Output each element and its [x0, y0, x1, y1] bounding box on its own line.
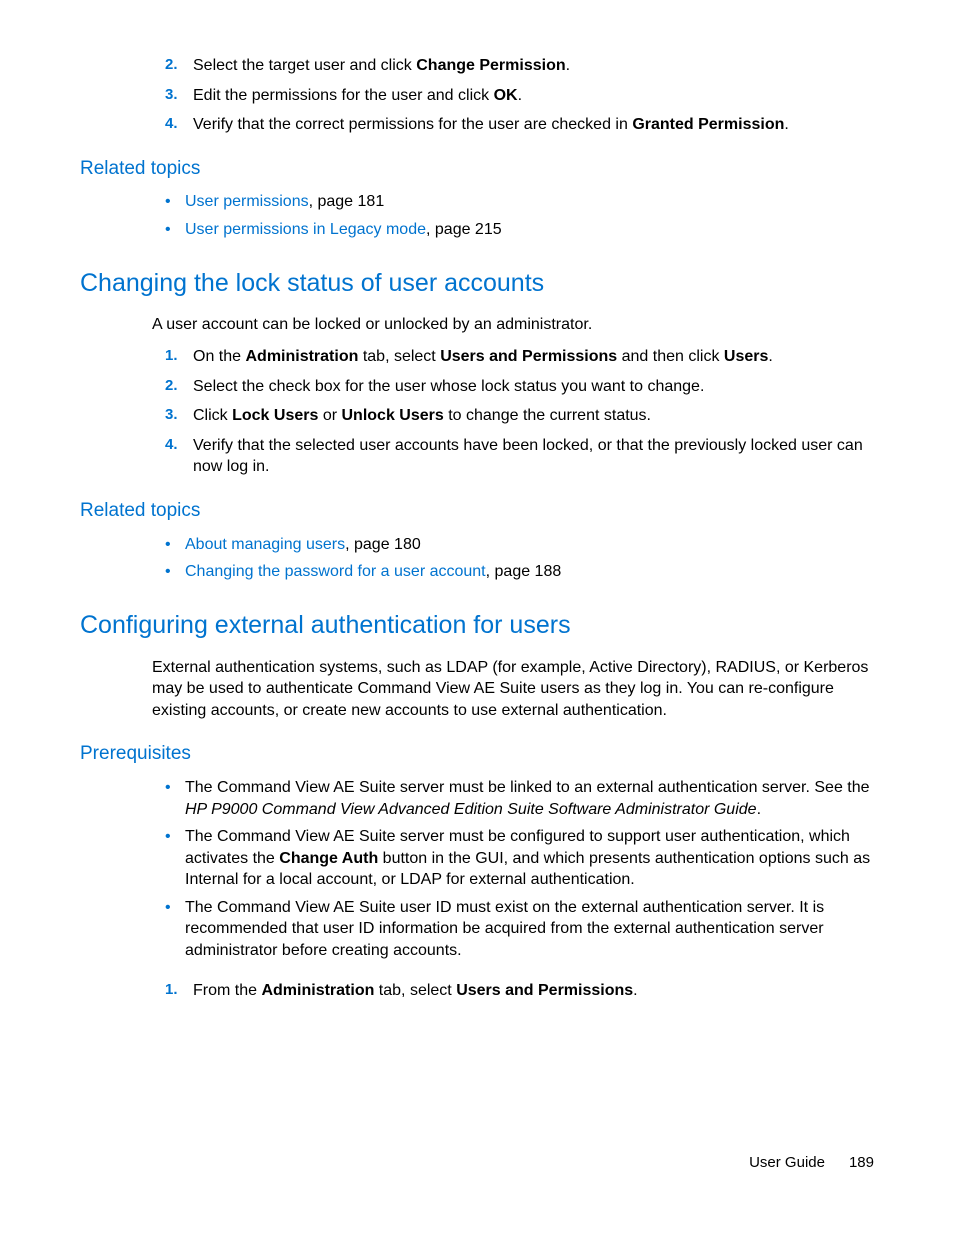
page-ref: , page 180	[345, 536, 421, 553]
step-text: Edit the permissions for the user and cl…	[193, 87, 522, 104]
step-number: 3.	[165, 405, 178, 425]
page-footer: User Guide 189	[749, 1153, 874, 1173]
related-topics-list: About managing users, page 180 Changing …	[80, 534, 874, 583]
list-item: User permissions in Legacy mode, page 21…	[165, 219, 874, 241]
page-ref: , page 181	[309, 193, 385, 210]
related-topics-list: User permissions, page 181 User permissi…	[80, 191, 874, 240]
list-item: 2. Select the target user and click Chan…	[165, 55, 874, 77]
list-item: The Command View AE Suite server must be…	[165, 826, 874, 891]
list-item: 3. Edit the permissions for the user and…	[165, 85, 874, 107]
related-link[interactable]: User permissions in Legacy mode	[185, 221, 426, 238]
extauth-intro: External authentication systems, such as…	[80, 657, 874, 722]
page-ref: , page 188	[486, 563, 562, 580]
list-item: About managing users, page 180	[165, 534, 874, 556]
document-page: 2. Select the target user and click Chan…	[0, 0, 954, 1235]
step-text: Select the target user and click Change …	[193, 57, 570, 74]
related-link[interactable]: User permissions	[185, 193, 309, 210]
step-number: 2.	[165, 55, 178, 75]
list-item: Changing the password for a user account…	[165, 561, 874, 583]
prerequisites-heading: Prerequisites	[80, 741, 874, 767]
list-item: 3. Click Lock Users or Unlock Users to c…	[165, 405, 874, 427]
list-item: User permissions, page 181	[165, 191, 874, 213]
list-item: 4. Verify that the selected user account…	[165, 435, 874, 478]
related-topics-heading: Related topics	[80, 498, 874, 524]
step-text: Click Lock Users or Unlock Users to chan…	[193, 407, 651, 424]
list-item: The Command View AE Suite user ID must e…	[165, 897, 874, 962]
prerequisites-list: The Command View AE Suite server must be…	[80, 777, 874, 962]
footer-label: User Guide	[749, 1154, 825, 1171]
list-item: 4. Verify that the correct permissions f…	[165, 114, 874, 136]
lock-steps-list: 1. On the Administration tab, select Use…	[80, 346, 874, 478]
step-number: 2.	[165, 376, 178, 396]
page-number: 189	[849, 1154, 874, 1171]
top-steps-list: 2. Select the target user and click Chan…	[80, 55, 874, 136]
related-link[interactable]: Changing the password for a user account	[185, 563, 486, 580]
lock-intro: A user account can be locked or unlocked…	[80, 314, 874, 336]
step-number: 1.	[165, 346, 178, 366]
list-item: 2. Select the check box for the user who…	[165, 376, 874, 398]
step-number: 4.	[165, 435, 178, 455]
related-link[interactable]: About managing users	[185, 536, 345, 553]
guide-title: HP P9000 Command View Advanced Edition S…	[185, 801, 757, 818]
list-item: 1. From the Administration tab, select U…	[165, 980, 874, 1002]
section-heading-external-auth: Configuring external authentication for …	[80, 609, 874, 643]
step-number: 1.	[165, 980, 178, 1000]
step-text: Verify that the selected user accounts h…	[193, 437, 863, 476]
section-heading-lock-status: Changing the lock status of user account…	[80, 267, 874, 301]
list-item: The Command View AE Suite server must be…	[165, 777, 874, 820]
prereq-steps-list: 1. From the Administration tab, select U…	[80, 980, 874, 1002]
content-area: 2. Select the target user and click Chan…	[80, 55, 874, 1001]
step-number: 3.	[165, 85, 178, 105]
step-text: From the Administration tab, select User…	[193, 982, 638, 999]
step-text: Verify that the correct permissions for …	[193, 116, 789, 133]
step-number: 4.	[165, 114, 178, 134]
list-item: 1. On the Administration tab, select Use…	[165, 346, 874, 368]
related-topics-heading: Related topics	[80, 156, 874, 182]
page-ref: , page 215	[426, 221, 502, 238]
step-text: Select the check box for the user whose …	[193, 378, 704, 395]
step-text: On the Administration tab, select Users …	[193, 348, 773, 365]
